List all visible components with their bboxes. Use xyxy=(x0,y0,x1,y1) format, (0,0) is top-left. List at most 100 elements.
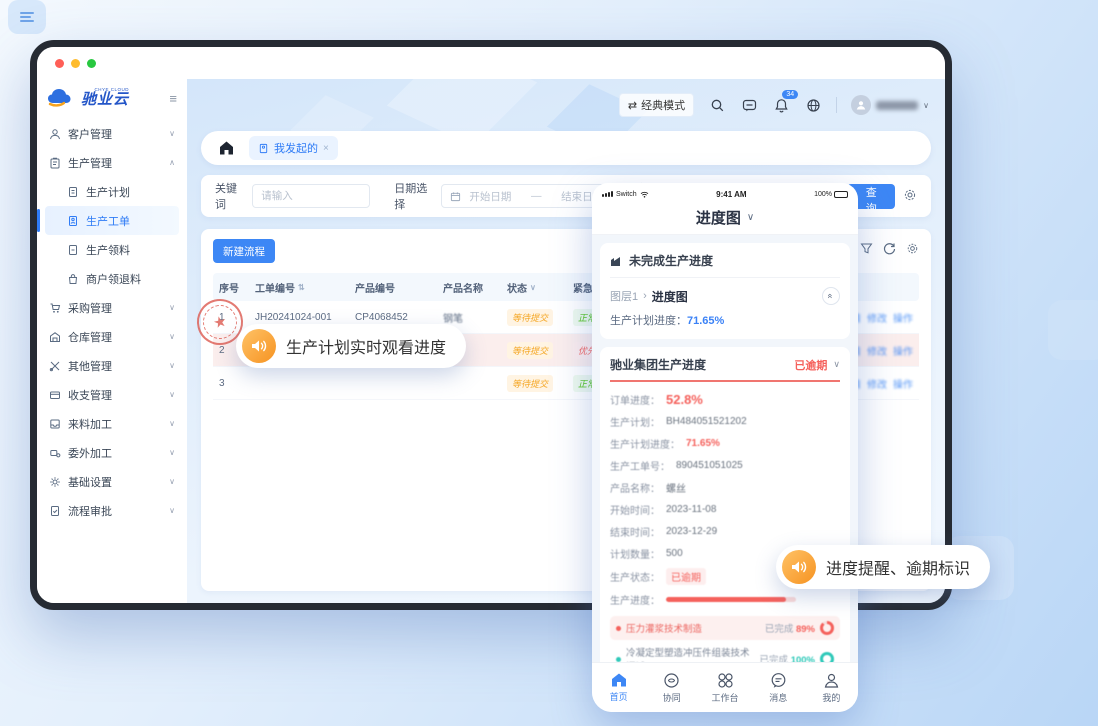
keyword-input[interactable] xyxy=(252,184,370,208)
row-action-edit[interactable]: 修改 xyxy=(867,376,887,391)
message-icon[interactable] xyxy=(740,96,758,114)
wallet-icon xyxy=(49,389,61,401)
detail-row: 订单进度：52.8% xyxy=(610,388,840,410)
globe-icon[interactable] xyxy=(804,96,822,114)
message-icon xyxy=(770,672,787,689)
sidebar-item-purchase[interactable]: 采购管理∨ xyxy=(45,293,179,322)
sidebar-item-production-plan[interactable]: 生产计划 xyxy=(45,177,179,206)
chevron-down-icon: ∨ xyxy=(169,390,175,399)
chevron-up-icon: ∧ xyxy=(169,158,175,167)
close-tab-icon[interactable]: × xyxy=(323,143,329,154)
nav-workbench[interactable]: 工作台 xyxy=(698,672,751,704)
chevron-down-icon[interactable]: ∨ xyxy=(530,283,536,292)
sidebar-nav: 客户管理∨ 生产管理∧ 生产计划 生产工单 xyxy=(45,119,179,525)
row-action-edit[interactable]: 修改 xyxy=(867,343,887,358)
sidebar-item-incoming-processing[interactable]: 来料加工∨ xyxy=(45,409,179,438)
arrow-icon: › xyxy=(643,290,647,302)
overdue-label: 已逾期 xyxy=(794,357,827,373)
user-menu[interactable]: ∨ xyxy=(851,95,929,115)
row-action-edit[interactable]: 修改 xyxy=(867,310,887,325)
minimize-window-button[interactable] xyxy=(71,59,80,68)
table-settings-icon[interactable] xyxy=(906,242,919,260)
maximize-window-button[interactable] xyxy=(87,59,96,68)
collapse-button[interactable]: « xyxy=(822,287,840,305)
sidebar-item-merchant-return[interactable]: 商户领退料 xyxy=(45,264,179,293)
progress-ring xyxy=(820,621,834,635)
sidebar-item-approval[interactable]: 流程审批∨ xyxy=(45,496,179,525)
nav-home[interactable]: 首页 xyxy=(592,672,645,703)
workbench-icon xyxy=(717,672,734,689)
detail-row: 生产工单号：890451051025 xyxy=(610,454,840,476)
row-action-more[interactable]: 操作 xyxy=(893,343,913,358)
nav-profile[interactable]: 我的 xyxy=(805,672,858,704)
task-row[interactable]: 压力灌浆技术制造 已完成 89% xyxy=(610,616,840,640)
sidebar-item-production[interactable]: 生产管理∧ xyxy=(45,148,179,177)
status-badge: 等待提交 xyxy=(507,342,553,359)
tab-initiated-by-me[interactable]: 我发起的 × xyxy=(249,136,338,160)
sort-icon[interactable]: ⇅ xyxy=(298,283,305,292)
sidebar-item-warehouse[interactable]: 仓库管理∨ xyxy=(45,322,179,351)
logo: CHYE CLOUD 驰业云 ≡ xyxy=(45,83,179,119)
filter-funnel-icon[interactable] xyxy=(860,242,873,260)
chevron-down-icon: ∨ xyxy=(169,477,175,486)
calendar-icon xyxy=(450,191,461,202)
window-titlebar xyxy=(37,47,945,79)
breadcrumb: 图层1 › 进度图 « xyxy=(610,278,840,312)
row-action-more[interactable]: 操作 xyxy=(893,310,913,325)
phone-bottom-nav: 首页 协同 工作台 消息 我的 xyxy=(592,662,858,712)
task-row[interactable]: 冷凝定型塑造冲压件组装技术调试 已完成 100% xyxy=(610,640,840,662)
battery-indicator: 100% xyxy=(814,191,848,198)
cart-icon xyxy=(49,302,61,314)
search-icon[interactable] xyxy=(708,96,726,114)
bag-icon xyxy=(67,273,79,285)
nav-collaboration[interactable]: 协同 xyxy=(645,672,698,704)
sidebar-item-outsourcing[interactable]: 委外加工∨ xyxy=(45,438,179,467)
chevron-down-icon: ∨ xyxy=(169,506,175,515)
chevron-down-icon: ∨ xyxy=(169,448,175,457)
chevron-down-icon[interactable]: ∨ xyxy=(833,359,840,370)
date-label: 日期选择 xyxy=(394,180,433,212)
nav-messages[interactable]: 消息 xyxy=(752,672,805,704)
close-window-button[interactable] xyxy=(55,59,64,68)
sidebar-item-settings[interactable]: 基础设置∨ xyxy=(45,467,179,496)
detail-row: 产品名称：螺丝 xyxy=(610,476,840,498)
refresh-icon[interactable] xyxy=(883,242,896,260)
work-order-icon xyxy=(67,215,79,227)
status-badge: 等待提交 xyxy=(507,309,553,326)
speaker-icon xyxy=(782,550,816,584)
bell-icon[interactable]: 34 xyxy=(772,96,790,114)
sidebar: CHYE CLOUD 驰业云 ≡ 客户管理∨ 生产管理∧ xyxy=(37,79,187,603)
header-toolbar: ⇄ 经典模式 34 xyxy=(619,93,929,117)
home-icon[interactable] xyxy=(217,139,235,157)
progress-summary-card: 未完成生产进度 图层1 › 进度图 « 生产计划进度：71.65% xyxy=(600,243,850,339)
detail-row: 生产进度： xyxy=(610,588,840,610)
gear-icon xyxy=(49,476,61,488)
detail-row: 生产计划进度：71.65% xyxy=(610,432,840,454)
document-icon xyxy=(67,186,79,198)
collaboration-icon xyxy=(663,672,680,689)
status-badge: 等待提交 xyxy=(507,375,553,392)
filter-settings-icon[interactable] xyxy=(903,188,917,205)
sidebar-item-material-request[interactable]: 生产领料 xyxy=(45,235,179,264)
group-progress-card: 驰业集团生产进度 已逾期 ∨ 订单进度：52.8% 生产计划：BH4840515… xyxy=(600,347,850,662)
row-action-more[interactable]: 操作 xyxy=(893,376,913,391)
overdue-badge: 已逾期 xyxy=(666,568,706,585)
sidebar-collapse-icon[interactable]: ≡ xyxy=(169,91,177,106)
tab-doc-icon xyxy=(258,143,269,154)
new-process-button[interactable]: 新建流程 xyxy=(213,239,275,263)
sidebar-item-customer[interactable]: 客户管理∨ xyxy=(45,119,179,148)
clock: 9:41 AM xyxy=(649,190,814,199)
plan-progress-line: 生产计划进度：71.65% xyxy=(610,312,840,330)
sidebar-item-other[interactable]: 其他管理∨ xyxy=(45,351,179,380)
outsource-icon xyxy=(49,447,61,459)
classic-mode-toggle[interactable]: ⇄ 经典模式 xyxy=(619,93,694,117)
detail-row: 开始时间：2023-11-08 xyxy=(610,498,840,520)
sidebar-item-finance[interactable]: 收支管理∨ xyxy=(45,380,179,409)
date-range-picker[interactable]: 开始日期 — 结束日期 xyxy=(441,184,612,208)
phone-content: 未完成生产进度 图层1 › 进度图 « 生产计划进度：71.65% 驰业集团生产… xyxy=(592,235,858,662)
callout-overdue-alert: 进度提醒、逾期标识 xyxy=(776,545,990,589)
page: CHYE CLOUD 驰业云 ≡ 客户管理∨ 生产管理∧ xyxy=(0,0,1098,726)
tab-bar: 我发起的 × xyxy=(201,131,931,165)
sidebar-item-work-order[interactable]: 生产工单 xyxy=(45,206,179,235)
phone-page-title[interactable]: 进度图 ∨ xyxy=(592,201,858,235)
